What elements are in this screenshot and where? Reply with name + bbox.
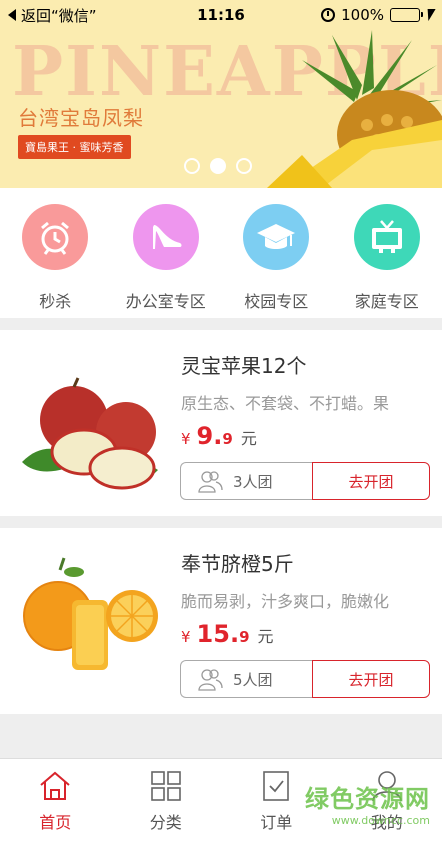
price-currency: ¥ xyxy=(181,628,191,646)
back-label: 返回“微信” xyxy=(21,6,97,25)
order-icon xyxy=(263,771,290,801)
orange-image xyxy=(22,550,158,696)
grid-icon xyxy=(150,771,181,801)
price-integer: 9. xyxy=(196,422,223,450)
group-size-button[interactable]: 5人团 xyxy=(180,660,312,698)
price-integer: 15. xyxy=(196,620,240,648)
category-home[interactable]: 家庭专区 xyxy=(332,188,442,318)
apple-image xyxy=(22,352,158,498)
graduation-cap-icon xyxy=(243,204,310,270)
battery-icon xyxy=(390,8,423,22)
carousel-dot-1[interactable] xyxy=(184,158,200,174)
tab-home[interactable]: 首页 xyxy=(0,759,111,841)
clock: 11:16 xyxy=(197,6,245,24)
category-office[interactable]: 办公室专区 xyxy=(111,188,222,318)
price-unit: 元 xyxy=(257,627,274,646)
tv-icon xyxy=(353,204,420,270)
high-heel-icon xyxy=(132,204,199,270)
alarm-icon xyxy=(321,8,336,22)
user-icon xyxy=(371,771,402,802)
category-campus[interactable]: 校园专区 xyxy=(221,188,332,318)
promo-banner[interactable]: PINEAPPLE 台湾宝岛凤梨 寶島果王 · 蜜味芳香 xyxy=(0,30,442,188)
group-buy-actions: 5人团 去开团 xyxy=(180,660,430,698)
category-label: 家庭专区 xyxy=(354,292,419,311)
tab-label: 首页 xyxy=(39,813,72,832)
charging-icon xyxy=(424,9,436,21)
product-price: ¥ 9. 9 元 xyxy=(181,422,257,450)
back-to-wechat[interactable]: 返回“微信” xyxy=(8,5,97,26)
price-unit: 元 xyxy=(240,429,257,448)
product-card[interactable]: 奉节脐橙5斤 脆而易剥，汁多爽口，脆嫩化 ¥ 15. 9 元 5人团 去开团 xyxy=(0,528,442,714)
category-label: 校园专区 xyxy=(244,292,309,311)
group-buy-actions: 3人团 去开团 xyxy=(180,462,430,500)
tab-profile[interactable]: 我的 xyxy=(332,759,442,841)
tab-label: 分类 xyxy=(149,813,182,832)
pineapple-image xyxy=(267,30,442,188)
product-price: ¥ 15. 9 元 xyxy=(181,620,274,648)
status-bar: 返回“微信” 11:16 100% xyxy=(0,0,442,30)
category-flash-sale[interactable]: 秒杀 xyxy=(0,188,111,318)
carousel-dot-2[interactable] xyxy=(210,158,226,174)
category-label: 办公室专区 xyxy=(125,292,206,311)
banner-tag: 寶島果王 · 蜜味芳香 xyxy=(18,135,131,159)
tab-category[interactable]: 分类 xyxy=(111,759,222,841)
people-icon xyxy=(198,669,223,691)
start-group-button[interactable]: 去开团 xyxy=(312,462,430,500)
people-icon xyxy=(198,471,223,493)
product-description: 脆而易剥，汁多爽口，脆嫩化 xyxy=(181,592,390,611)
group-size-button[interactable]: 3人团 xyxy=(180,462,312,500)
carousel-dots[interactable] xyxy=(184,158,252,174)
price-decimal: 9 xyxy=(239,628,250,646)
tab-orders[interactable]: 订单 xyxy=(221,759,332,841)
product-card[interactable]: 灵宝苹果12个 原生态、不套袋、不打蜡。果 ¥ 9. 9 元 3人团 去开团 xyxy=(0,330,442,516)
back-arrow-icon xyxy=(8,9,16,21)
tab-label: 我的 xyxy=(370,813,403,832)
battery-percent: 100% xyxy=(341,6,384,24)
start-group-button[interactable]: 去开团 xyxy=(312,660,430,698)
price-decimal: 9 xyxy=(222,430,233,448)
bottom-tab-bar: 首页 分类 订单 我的 绿色资源网 www.downcc.com xyxy=(0,758,442,841)
product-description: 原生态、不套袋、不打蜡。果 xyxy=(181,394,390,413)
product-name: 奉节脐橙5斤 xyxy=(181,552,294,576)
carousel-dot-3[interactable] xyxy=(236,158,252,174)
category-label: 秒杀 xyxy=(39,292,72,311)
product-name: 灵宝苹果12个 xyxy=(181,354,307,378)
tab-label: 订单 xyxy=(260,813,293,832)
group-size-label: 3人团 xyxy=(233,472,273,491)
category-row: 秒杀 办公室专区 校园专区 家庭专区 xyxy=(0,188,442,318)
price-currency: ¥ xyxy=(181,430,191,448)
home-icon xyxy=(40,771,70,800)
group-size-label: 5人团 xyxy=(233,670,273,689)
alarm-clock-icon xyxy=(22,204,89,270)
banner-subtitle: 台湾宝岛凤梨 xyxy=(18,106,144,130)
